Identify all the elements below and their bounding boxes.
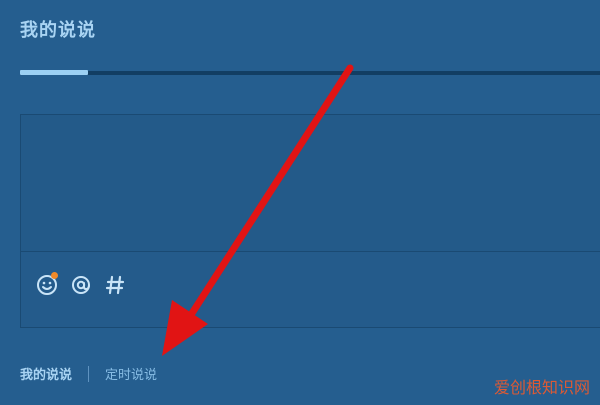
post-text-area[interactable] — [21, 115, 600, 251]
my-posts-link[interactable]: 我的说说 — [20, 364, 72, 383]
composer-divider — [21, 251, 600, 252]
scheduled-posts-link[interactable]: 定时说说 — [105, 364, 157, 383]
bottom-navigation: 我的说说 定时说说 — [20, 364, 157, 383]
nav-separator — [88, 365, 90, 382]
post-composer — [20, 114, 600, 328]
notification-dot — [51, 272, 58, 279]
active-tab-indicator — [20, 70, 88, 75]
composer-toolbar — [35, 272, 127, 297]
tab-track — [20, 71, 600, 75]
at-icon — [72, 276, 90, 294]
mention-button[interactable] — [69, 273, 93, 297]
hash-icon — [105, 275, 125, 295]
topic-button[interactable] — [103, 273, 127, 297]
emoji-button[interactable] — [35, 272, 59, 297]
watermark-text: 爱创根知识网 — [494, 378, 590, 397]
watermark-logo: 爱创根知识网 — [494, 378, 590, 397]
page-title: 我的说说 — [20, 20, 96, 41]
